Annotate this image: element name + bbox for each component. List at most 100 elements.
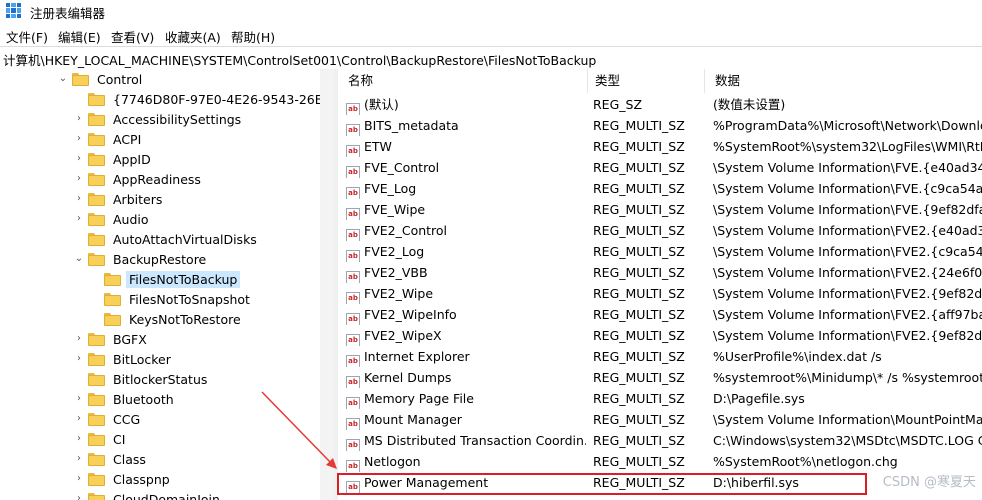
folder-icon — [72, 73, 89, 86]
value-type: REG_MULTI_SZ — [593, 181, 685, 196]
column-header-name[interactable]: 名称 — [338, 69, 588, 93]
value-data: %systemroot%\Minidump\* /s %systemroot%.… — [713, 370, 982, 385]
folder-icon — [88, 353, 105, 366]
chevron-right-icon[interactable]: › — [74, 213, 84, 225]
menu-help[interactable]: 帮助(H) — [231, 27, 275, 46]
value-name-cell: ab FVE2_VBB — [346, 262, 586, 283]
string-value-icon: ab — [346, 103, 360, 115]
tree-item-label: BitlockerStatus — [113, 372, 208, 387]
value-name: FVE2_Log — [364, 244, 425, 259]
string-value-icon: ab — [346, 460, 360, 472]
chevron-right-icon[interactable]: › — [74, 493, 84, 500]
value-name-cell: ab Internet Explorer — [346, 346, 586, 367]
value-type: REG_MULTI_SZ — [593, 139, 685, 154]
chevron-right-icon[interactable]: › — [74, 353, 84, 365]
string-value-icon: ab — [346, 418, 360, 430]
tree-item-label: ACPI — [113, 132, 142, 147]
value-name-cell: ab FVE_Log — [346, 178, 586, 199]
string-value-icon: ab — [346, 229, 360, 241]
chevron-right-icon[interactable]: › — [74, 433, 84, 445]
tree-scrollbar[interactable] — [320, 69, 334, 500]
value-row[interactable]: ab FVE2_VBB REG_MULTI_SZ \System Volume Inf… — [338, 262, 982, 283]
value-row[interactable]: ab FVE2_Control REG_MULTI_SZ \System Volume… — [338, 220, 982, 241]
chevron-right-icon[interactable]: › — [74, 193, 84, 205]
value-name: (默认) — [364, 97, 399, 112]
menu-favorites[interactable]: 收藏夹(A) — [165, 27, 221, 46]
tree-item-label: AppReadiness — [113, 172, 201, 187]
value-data: \System Volume Information\FVE2.{aff97ba… — [713, 307, 982, 322]
value-name-cell: ab MS Distributed Transaction Coordin... — [346, 430, 586, 451]
string-value-icon: ab — [346, 376, 360, 388]
chevron-down-icon[interactable]: ⌄ — [74, 253, 84, 265]
value-name: Kernel Dumps — [364, 370, 452, 385]
value-row[interactable]: ab FVE2_WipeInfo REG_MULTI_SZ \System Volum… — [338, 304, 982, 325]
value-type: REG_MULTI_SZ — [593, 433, 685, 448]
value-name: Internet Explorer — [364, 349, 470, 364]
value-row[interactable]: ab FVE2_Wipe REG_MULTI_SZ \System Volume In… — [338, 283, 982, 304]
column-header-type[interactable]: 类型 — [585, 69, 705, 93]
value-row[interactable]: ab FVE2_Log REG_MULTI_SZ \System Volume Inf… — [338, 241, 982, 262]
value-data: %UserProfile%\index.dat /s — [713, 349, 882, 364]
column-header-data[interactable]: 数据 — [705, 69, 982, 93]
value-row[interactable]: ab FVE_Log REG_MULTI_SZ \System Volume Info… — [338, 178, 982, 199]
folder-icon — [104, 313, 121, 326]
folder-icon — [88, 193, 105, 206]
chevron-right-icon[interactable]: › — [74, 413, 84, 425]
string-value-icon: ab — [346, 145, 360, 157]
value-row[interactable]: ab MS Distributed Transaction Coordin... R… — [338, 430, 982, 451]
folder-icon — [88, 113, 105, 126]
tree-item-label: Classpnp — [113, 472, 170, 487]
value-row[interactable]: ab FVE_Control REG_MULTI_SZ \System Volume … — [338, 157, 982, 178]
value-data: \System Volume Information\FVE2.{9ef82df… — [713, 286, 982, 301]
value-data: \System Volume Information\MountPointMan… — [713, 412, 982, 427]
chevron-right-icon[interactable]: › — [74, 333, 84, 345]
value-row[interactable]: ab BITS_metadata REG_MULTI_SZ %ProgramData%… — [338, 115, 982, 136]
value-name-cell: ab BITS_metadata — [346, 115, 586, 136]
string-value-icon: ab — [346, 481, 360, 493]
chevron-right-icon[interactable]: › — [74, 393, 84, 405]
value-name: Memory Page File — [364, 391, 474, 406]
tree-item-label: Arbiters — [113, 192, 163, 207]
value-name-cell: ab FVE2_WipeX — [346, 325, 586, 346]
value-row[interactable]: ab Memory Page File REG_MULTI_SZ D:\Pagefil… — [338, 388, 982, 409]
chevron-down-icon[interactable]: ⌄ — [58, 73, 68, 85]
tree-item-label: AutoAttachVirtualDisks — [113, 232, 257, 247]
key-tree[interactable]: ⌄ Control {7746D80F-97E0-4E26-9543-26B41FC… — [0, 69, 334, 500]
value-name: FVE2_Wipe — [364, 286, 434, 301]
value-type: REG_MULTI_SZ — [593, 244, 685, 259]
chevron-right-icon[interactable]: › — [74, 473, 84, 485]
value-row[interactable]: ab FVE2_WipeX REG_MULTI_SZ \System Volume I… — [338, 325, 982, 346]
chevron-right-icon[interactable]: › — [74, 113, 84, 125]
tree-item-label: FilesNotToBackup — [126, 271, 241, 288]
chevron-right-icon[interactable]: › — [74, 153, 84, 165]
folder-icon — [88, 413, 105, 426]
folder-icon — [88, 473, 105, 486]
menu-view[interactable]: 查看(V) — [111, 27, 154, 46]
value-row[interactable]: ab Internet Explorer REG_MULTI_SZ %UserProf… — [338, 346, 982, 367]
value-data: \System Volume Information\FVE2.{e40ad34… — [713, 223, 982, 238]
string-value-icon: ab — [346, 334, 360, 346]
value-row[interactable]: ab Mount Manager REG_MULTI_SZ \System Volum… — [338, 409, 982, 430]
chevron-right-icon[interactable]: › — [74, 453, 84, 465]
value-row[interactable]: ab Kernel Dumps REG_MULTI_SZ %systemroot%\M… — [338, 367, 982, 388]
value-name-cell: ab Memory Page File — [346, 388, 586, 409]
folder-icon — [88, 93, 105, 106]
chevron-right-icon[interactable]: › — [74, 173, 84, 185]
value-row[interactable]: ab ETW REG_MULTI_SZ %SystemRoot%\system32\L… — [338, 136, 982, 157]
value-list[interactable]: 名称 类型 数据 ab (默认) REG_SZ (数值未设置) ab BITS_metad… — [338, 69, 982, 500]
value-row[interactable]: ab (默认) REG_SZ (数值未设置) — [338, 94, 982, 115]
value-name: FVE_Control — [364, 160, 440, 175]
address-path[interactable]: 计算机\HKEY_LOCAL_MACHINE\SYSTEM\ControlSet… — [3, 50, 596, 69]
value-type: REG_MULTI_SZ — [593, 454, 685, 469]
address-bar[interactable]: 计算机\HKEY_LOCAL_MACHINE\SYSTEM\ControlSet… — [0, 46, 982, 70]
menu-file[interactable]: 文件(F) — [6, 27, 48, 46]
value-data: (数值未设置) — [713, 97, 786, 112]
value-data: D:\Pagefile.sys — [713, 391, 805, 406]
value-row[interactable]: ab FVE_Wipe REG_MULTI_SZ \System Volume Inf… — [338, 199, 982, 220]
value-row[interactable]: ab Netlogon REG_MULTI_SZ %SystemRoot%\netlo… — [338, 451, 982, 472]
value-name-cell: ab (默认) — [346, 94, 586, 115]
menu-edit[interactable]: 编辑(E) — [58, 27, 101, 46]
chevron-right-icon[interactable]: › — [74, 133, 84, 145]
